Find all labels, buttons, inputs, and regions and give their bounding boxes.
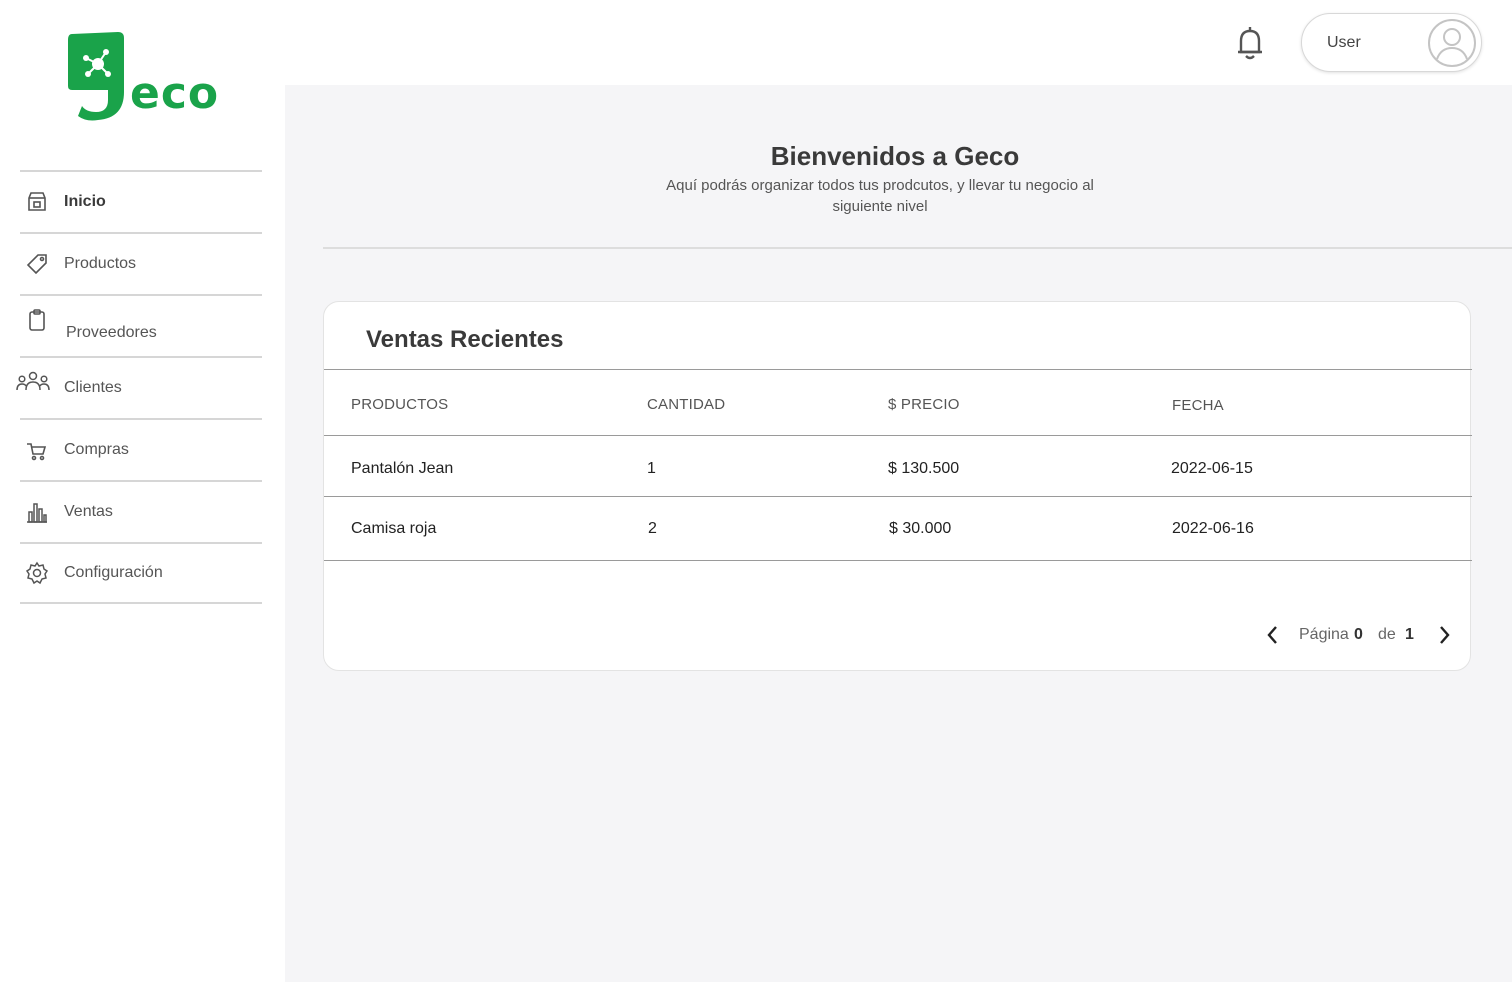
cell-precio: $ 130.500 xyxy=(888,460,960,477)
pagination-total: 1 xyxy=(1405,626,1414,643)
sidebar-item-ventas[interactable]: Ventas xyxy=(20,480,262,542)
column-header-fecha[interactable]: FECHA xyxy=(1172,397,1224,414)
column-header-cantidad[interactable]: CANTIDAD xyxy=(647,396,725,413)
sidebar-item-compras[interactable]: Compras xyxy=(20,418,262,480)
pagination-of-label: de xyxy=(1378,626,1396,643)
page-subtitle: Aquí podrás organizar todos tus prodcuto… xyxy=(666,177,1094,215)
cart-icon xyxy=(24,437,50,463)
logo-wordmark: eco xyxy=(130,68,220,119)
chevron-right-icon[interactable] xyxy=(1435,624,1453,646)
gear-icon xyxy=(24,560,50,586)
table-divider xyxy=(324,435,1472,436)
main-content: Bienvenidos a Geco Aquí podrás organizar… xyxy=(285,85,1512,982)
user-menu-button[interactable]: User xyxy=(1301,13,1482,72)
sidebar-item-label: Ventas xyxy=(64,503,113,520)
top-bar: User xyxy=(285,0,1512,85)
user-circle-icon xyxy=(1427,18,1477,68)
pagination-current: 0 xyxy=(1354,626,1363,643)
tag-icon xyxy=(24,251,50,277)
geco-logo[interactable]: eco xyxy=(64,30,224,122)
cell-fecha: 2022-06-15 xyxy=(1171,460,1253,477)
clipboard-icon xyxy=(24,307,50,333)
section-divider xyxy=(323,247,1512,249)
sidebar-item-label: Clientes xyxy=(64,379,122,396)
pagination-page-label: Página xyxy=(1299,626,1349,643)
sidebar-item-inicio[interactable]: Inicio xyxy=(20,170,262,232)
sidebar-item-proveedores[interactable]: Proveedores xyxy=(20,294,262,356)
sidebar-item-label: Configuración xyxy=(64,564,163,581)
page-title: Bienvenidos a Geco xyxy=(770,141,1020,171)
bar-chart-icon xyxy=(24,499,50,525)
sidebar-item-label: Productos xyxy=(64,255,137,272)
cell-fecha: 2022-06-16 xyxy=(1172,520,1254,537)
table-divider xyxy=(324,369,1472,370)
sidebar-nav: Inicio Productos Proveedores Clientes Co… xyxy=(16,170,262,604)
table-divider xyxy=(324,560,1472,561)
bell-icon[interactable] xyxy=(1235,24,1265,62)
sidebar: eco Inicio Productos Proveedores Cliente… xyxy=(0,0,285,982)
cell-cantidad: 1 xyxy=(647,460,656,477)
cell-producto: Pantalón Jean xyxy=(351,460,454,477)
logo-mark-icon xyxy=(68,32,124,121)
cell-cantidad: 2 xyxy=(648,520,657,537)
sidebar-item-productos[interactable]: Productos xyxy=(20,232,262,294)
user-name: User xyxy=(1327,33,1361,51)
sidebar-item-label: Proveedores xyxy=(66,324,157,341)
cell-producto: Camisa roja xyxy=(351,520,437,537)
sidebar-item-label: Inicio xyxy=(64,193,106,210)
column-header-precio[interactable]: $ PRECIO xyxy=(888,396,960,413)
store-icon xyxy=(24,189,50,215)
card-title: Ventas Recientes xyxy=(366,326,564,353)
sidebar-item-label: Compras xyxy=(64,441,129,458)
chevron-left-icon[interactable] xyxy=(1264,624,1282,646)
sidebar-item-configuracion[interactable]: Configuración xyxy=(20,542,262,604)
table-divider xyxy=(324,496,1472,497)
cell-precio: $ 30.000 xyxy=(889,520,952,537)
users-icon xyxy=(16,369,50,395)
sidebar-item-clientes[interactable]: Clientes xyxy=(16,356,262,418)
recent-sales-card: Ventas Recientes PRODUCTOS CANTIDAD $ PR… xyxy=(323,301,1472,671)
column-header-productos[interactable]: PRODUCTOS xyxy=(351,396,448,413)
